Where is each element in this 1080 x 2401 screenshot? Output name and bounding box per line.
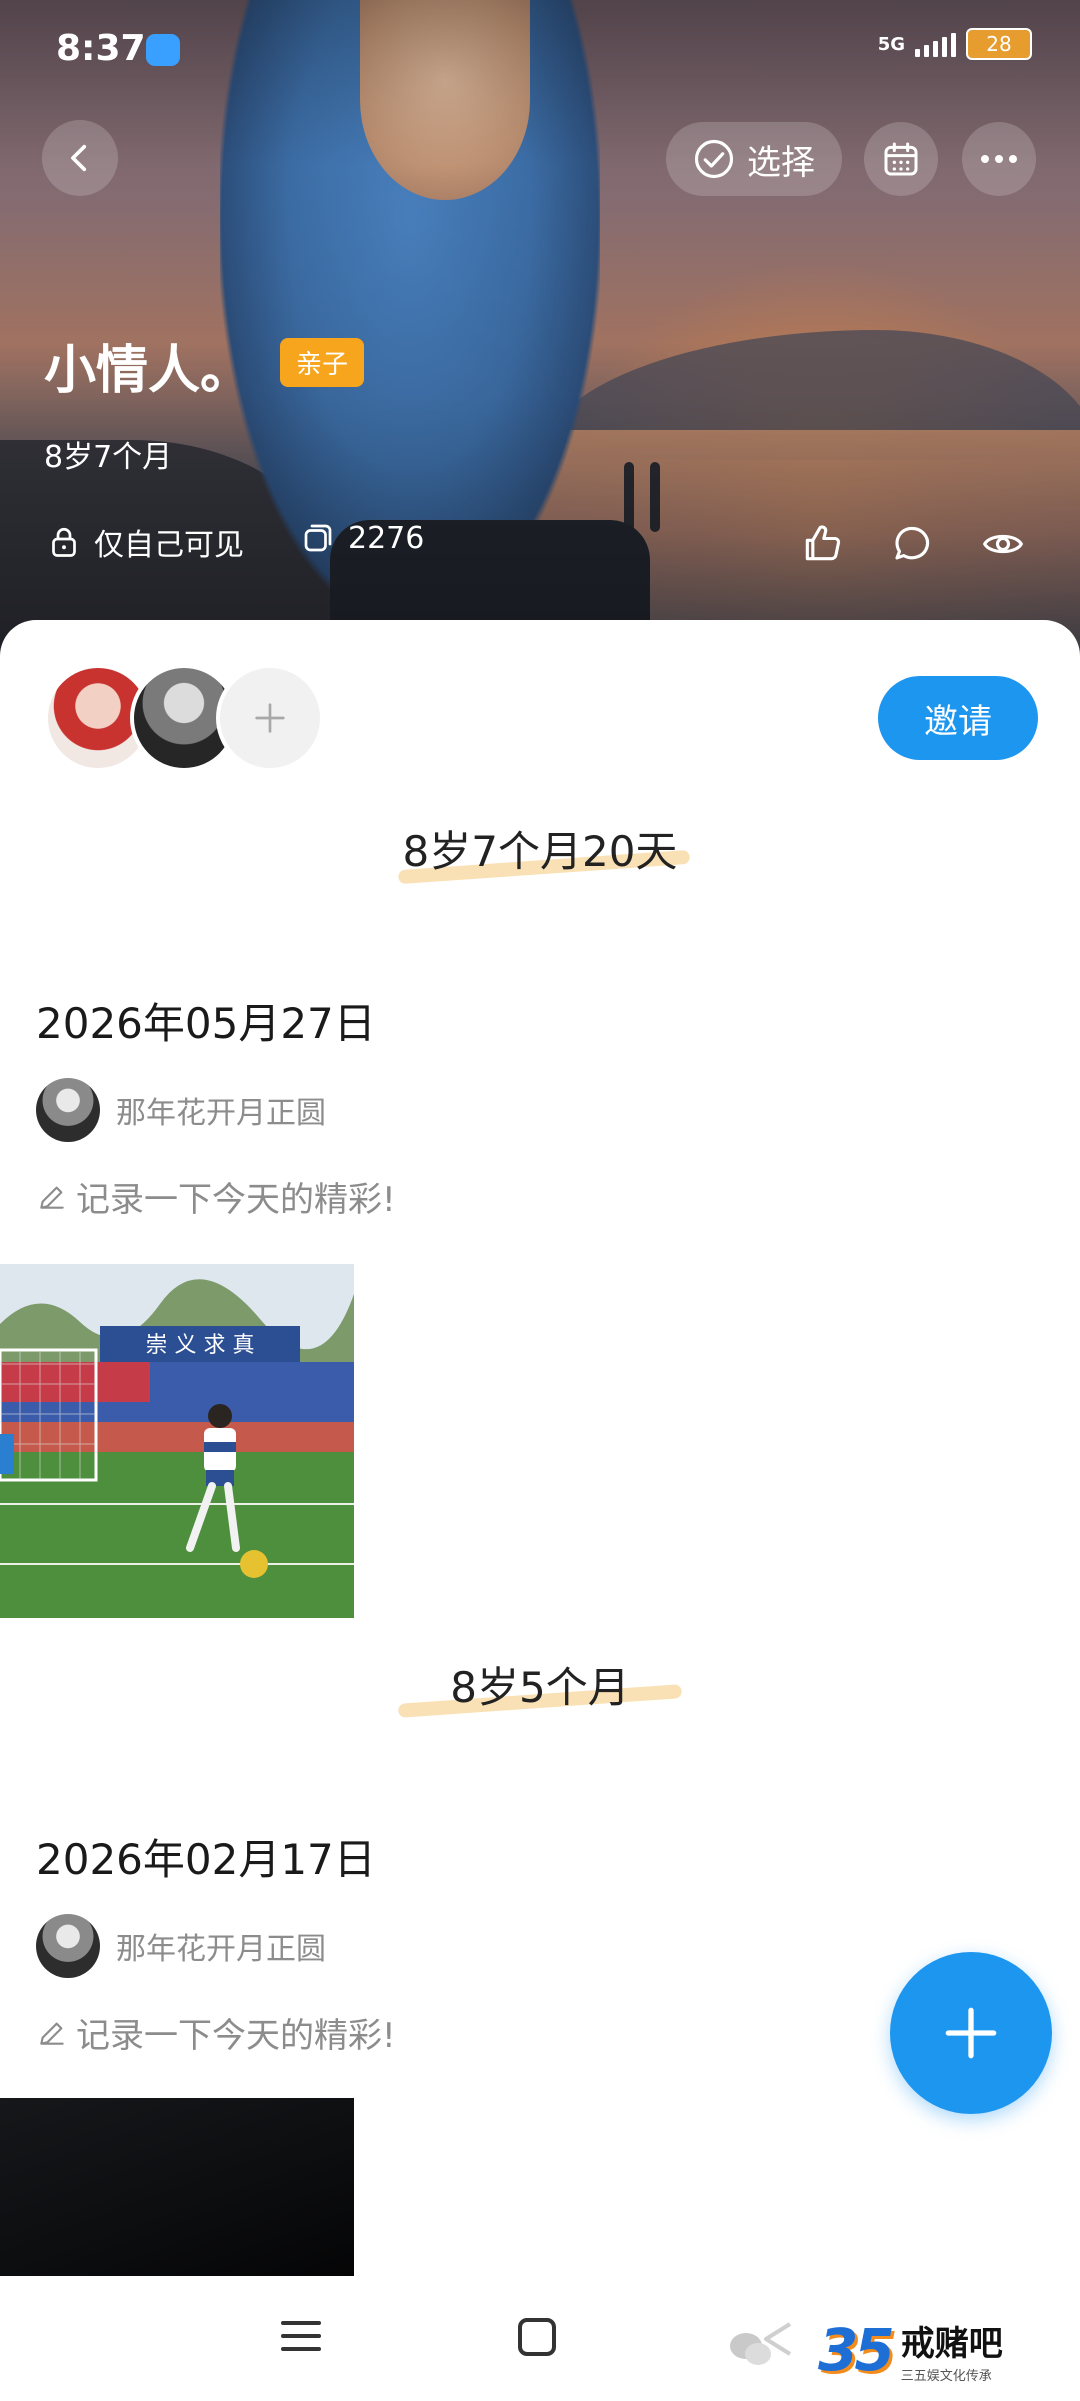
like-button[interactable] [800, 522, 844, 570]
lock-icon [52, 527, 76, 557]
menu-icon [281, 2321, 321, 2351]
more-icon [981, 155, 1017, 163]
banner-text: 崇 义 求 真 [146, 1333, 255, 1358]
thumbs-up-icon [805, 525, 841, 561]
eye-icon [982, 534, 1024, 554]
child-age: 8岁7个月 [44, 440, 173, 475]
views-button[interactable] [980, 522, 1026, 570]
watermark-brand: 戒赌吧 [900, 2324, 1003, 2364]
select-button[interactable]: 选择 [666, 122, 842, 196]
photos-icon [304, 524, 332, 552]
milestone-label: 8岁7个月20天 [402, 827, 678, 876]
calendar-icon [884, 142, 918, 176]
calendar-button[interactable] [864, 122, 938, 196]
note-placeholder: 记录一下今天的精彩! [76, 1180, 396, 1220]
comment-icon [895, 526, 930, 560]
author-avatar [36, 1914, 100, 1978]
entry-date: 2026年05月27日 [36, 999, 376, 1048]
milestone-label: 8岁5个月 [450, 1663, 630, 1712]
network-label: 5G [877, 33, 905, 55]
add-member-button[interactable] [216, 664, 324, 772]
status-time: 8:37 [56, 28, 146, 69]
check-circle-icon [694, 139, 734, 179]
add-entry-button[interactable] [890, 1952, 1052, 2114]
invite-button[interactable]: 邀请 [878, 676, 1038, 760]
battery-icon: 28 [966, 28, 1032, 60]
plus-icon [255, 703, 285, 733]
album-title: 小情人。 [44, 341, 253, 401]
comment-button[interactable] [890, 522, 934, 570]
wechat-icon [728, 2330, 774, 2374]
entry-date: 2026年02月17日 [36, 1835, 376, 1884]
pencil-icon [40, 1186, 64, 1209]
select-label: 选择 [747, 142, 815, 183]
add-note-button[interactable]: 记录一下今天的精彩! [36, 2008, 396, 2057]
author-avatar [36, 1078, 100, 1142]
signal-icon [915, 31, 956, 57]
author-name: 那年花开月正圆 [116, 1096, 326, 1131]
album-tag[interactable]: 亲子 [280, 338, 365, 387]
more-button[interactable] [962, 122, 1036, 196]
menu-nav-button[interactable] [280, 2318, 322, 2358]
entry-photo[interactable] [0, 2098, 354, 2276]
watermark: 35 戒赌吧 三五娱文化传承 [818, 2316, 1003, 2384]
home-square-icon [518, 2318, 556, 2356]
battery-level: 28 [986, 32, 1012, 56]
entry-author[interactable]: 那年花开月正圆 [36, 1078, 326, 1142]
pencil-icon [40, 2022, 64, 2045]
watermark-number: 35 [818, 2316, 895, 2384]
entry-photo[interactable]: 崇 义 求 真 [0, 1264, 354, 1618]
entry-author[interactable]: 那年花开月正圆 [36, 1914, 326, 1978]
chevron-left-icon [71, 144, 87, 172]
privacy-setting[interactable]: 仅自己可见 [46, 520, 244, 564]
add-note-button[interactable]: 记录一下今天的精彩! [36, 1172, 396, 1221]
photo-count-value: 2276 [348, 520, 425, 556]
watermark-subtitle: 三五娱文化传承 [900, 2369, 992, 2384]
author-name: 那年花开月正圆 [116, 1932, 326, 1967]
note-placeholder: 记录一下今天的精彩! [76, 2016, 396, 2056]
status-icons: 5G 28 [878, 28, 1032, 60]
wechat-glyph [730, 2333, 771, 2365]
plus-icon [945, 2007, 997, 2059]
photo-count: 2276 [300, 520, 424, 556]
back-button[interactable] [42, 120, 118, 196]
home-nav-button[interactable] [516, 2316, 558, 2362]
privacy-label: 仅自己可见 [94, 528, 244, 563]
app-notification-icon [146, 34, 180, 66]
soccer-photo: 崇 义 求 真 [0, 1264, 354, 1618]
